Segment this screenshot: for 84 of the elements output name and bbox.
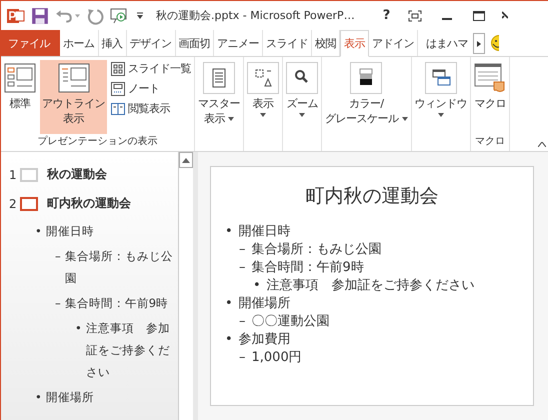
outline-text[interactable]: 開催場所 [46,386,94,408]
ribbon-tab[interactable]: 挿入 [98,30,126,56]
view-button[interactable]: ウィンドウ [412,60,469,151]
bullet-mark: • [225,223,233,241]
outline-layout-icon [58,62,90,94]
smiley-icon[interactable] [489,35,499,51]
group-label: プレゼンテーションの表示 [38,134,158,149]
slide-text: 集合場所：もみじ公園 [252,241,382,259]
ribbon-tab[interactable]: ホーム [60,30,98,56]
view-button[interactable]: アウトライン 表示 [40,60,107,134]
grayscale-icon [350,62,382,94]
bullet-mark: • [75,320,82,337]
caret-icon [477,40,481,46]
slide-title[interactable]: 町内秋の運動会 [47,195,131,212]
slide-text: 参加費用 [238,331,291,349]
bullet-mark: – [239,241,246,259]
tab-scroll-button[interactable] [473,33,485,54]
bullet-mark: • [253,277,261,295]
fullscreen-icon[interactable] [408,10,422,22]
bullet-mark: – [239,259,246,277]
view-button[interactable]: ズーム [284,60,320,151]
windows-icon [424,62,457,94]
window-title: 秋の運動会.pptx - Microsoft PowerP… [156,8,355,23]
file-tab[interactable]: ファイル [1,30,60,56]
presentation-icon[interactable] [110,6,128,24]
bullet-mark: • [35,389,42,406]
save-icon[interactable] [31,6,49,24]
page-icon [203,62,235,94]
group-label: マクロ [475,135,505,149]
outline-text[interactable]: 集合場所：もみじ公園 [64,245,178,289]
outline-text[interactable]: 集合時間：午前9時 [64,292,168,314]
customize-caret-icon[interactable] [134,10,146,20]
slide-canvas[interactable]: 町内秋の運動会 • 開催日時 – 集合場所：もみじ公園 – 集合時間：午前9時 • 注意事項 参加証をご持参ください • 開催場所 – 〇〇運動公園 • 参加費用 – 1,000円 [210,166,534,406]
slide-text: 注意事項 参加証をご持参ください [266,277,475,295]
bullet-mark: • [35,223,42,240]
collapse-ribbon-icon[interactable] [538,142,546,147]
caret-icon [182,158,190,162]
slide-text: 開催日時 [238,223,291,241]
ribbon-tab[interactable]: 表示 [340,30,369,57]
slide-title[interactable]: 秋の運動会 [47,166,107,183]
book-icon [111,102,125,116]
view-button[interactable]: 表示 [245,60,281,151]
scrollbar[interactable] [178,152,193,420]
view-button[interactable]: スライド一覧 [109,60,193,77]
notes-page-icon [111,82,125,96]
view-button[interactable]: マスター 表示 [196,60,242,151]
slide-title: 町内秋の運動会 [304,184,440,209]
search-icon [286,62,318,94]
redo-icon[interactable] [86,6,104,24]
bullet-mark: • [225,295,233,313]
bullet-mark: • [225,331,233,349]
ribbon-tab[interactable]: アニメー [214,30,263,56]
maximize-icon[interactable] [472,10,486,22]
outline-text[interactable]: 注意事項 参加証をご持参ください [86,317,178,383]
bullet-mark: – [239,313,246,331]
bullet-mark: – [55,248,61,265]
slide-text: 〇〇運動公園 [252,313,330,331]
ribbon-tab[interactable]: アドイン [369,30,418,56]
user-name[interactable]: はまハマ [418,30,471,56]
layout-icon [4,62,36,94]
slide-text: 集合時間：午前9時 [252,259,364,277]
app-logo-icon[interactable] [7,6,25,24]
scroll-up-button[interactable] [179,152,193,168]
view-button[interactable]: ノート [109,80,193,97]
slide-text: 開催場所 [238,295,291,313]
view-button[interactable]: マクロ [472,60,508,134]
slide-number: 2 [9,196,17,210]
grid-icon [111,62,125,76]
slide-text: 1,000円 [252,349,302,367]
slide-icon[interactable] [20,196,38,210]
shapes-icon [247,62,279,94]
outline-text[interactable]: 開催日時 [46,220,94,242]
view-button[interactable]: カラー/ グレースケール [323,60,410,151]
bullet-mark: – [55,295,61,312]
view-button[interactable]: 閲覧表示 [109,100,193,117]
ribbon-tab[interactable]: デザイン [126,30,176,56]
ribbon-tab[interactable]: スライド [263,30,312,56]
bullet-mark: – [239,349,246,367]
close-icon[interactable] [502,10,508,22]
ribbon-tab[interactable]: 画面切 [176,30,214,56]
help-button[interactable]: ? [382,8,390,23]
view-button[interactable]: 標準 [2,60,38,134]
macro-sheet-icon [474,62,506,94]
slide-number: 1 [9,168,17,182]
